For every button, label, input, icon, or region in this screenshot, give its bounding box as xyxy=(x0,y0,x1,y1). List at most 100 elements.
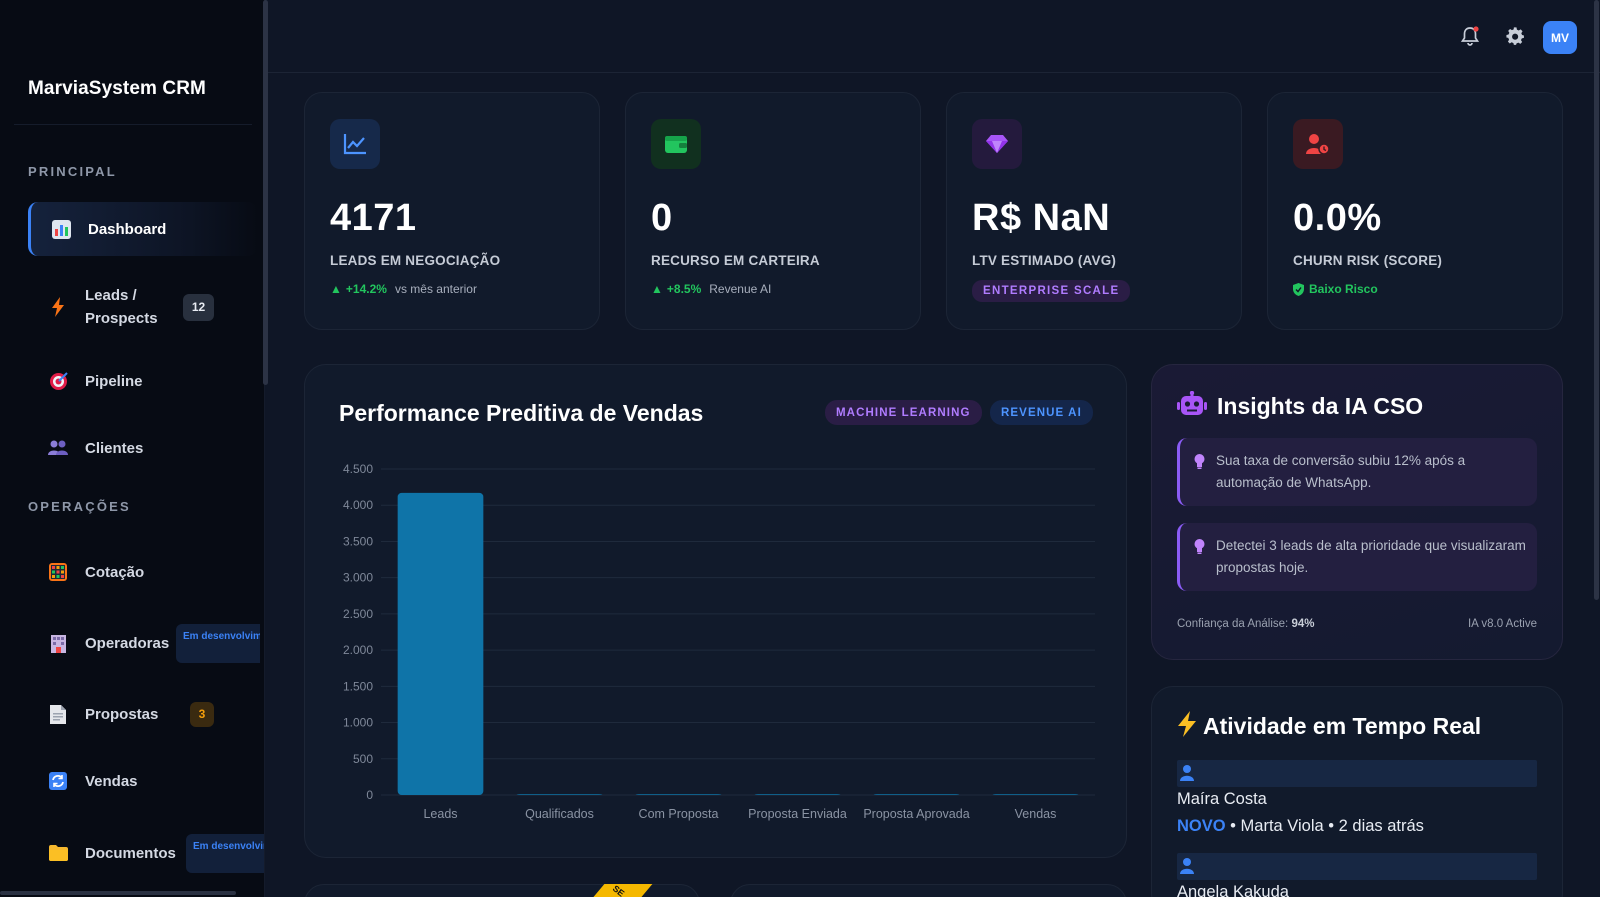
trend-value: +14.2% xyxy=(345,282,387,296)
kpi-pill: ENTERPRISE SCALE xyxy=(972,280,1131,302)
insight-item: Sua taxa de conversão subiu 12% após a a… xyxy=(1177,438,1537,506)
status-badge: NOVO xyxy=(1177,817,1226,835)
trend-note: vs mês anterior xyxy=(394,282,477,296)
kpi-card-churn: 0.0% CHURN RISK (SCORE) Baixo Risco xyxy=(1267,92,1563,330)
insights-footer: Confiança da Análise: 94% IA v8.0 Active xyxy=(1177,618,1537,630)
people-icon xyxy=(48,438,68,458)
kpi-trend: ▲ +8.5% Revenue AI xyxy=(651,282,771,296)
sidebar-item-label: Dashboard xyxy=(88,220,167,238)
kpi-value: 0.0% xyxy=(1293,197,1382,239)
sidebar-item-clientes[interactable]: Clientes xyxy=(28,421,258,475)
arrow-up-icon: ▲ xyxy=(330,282,342,296)
user-alert-icon xyxy=(1293,119,1343,169)
trend-chart-icon xyxy=(330,119,380,169)
kpi-card-recurso: 0 RECURSO EM CARTEIRA ▲ +8.5% Revenue AI xyxy=(625,92,921,330)
sidebar-item-label: Clientes xyxy=(85,439,144,457)
bar-chart: 0 500 1.000 1.500 2.000 2.500 3.000 3.500 4.000 4… xyxy=(343,462,1095,821)
kpi-value: R$ NaN xyxy=(972,197,1111,239)
bar xyxy=(754,794,841,795)
y-tick-label: 2.000 xyxy=(343,643,373,657)
sidebar: MarviaSystem CRM PRINCIPAL Dashboard Lea… xyxy=(0,0,265,897)
realtime-activity-card: Atividade em Tempo Real Maíra Costa NOVO… xyxy=(1151,686,1563,897)
insight-text: Detectei 3 leads de alta prioridade que … xyxy=(1216,538,1526,575)
bar xyxy=(516,794,603,795)
activity-name: Maíra Costa xyxy=(1177,790,1267,808)
activity-avatar-bar xyxy=(1177,760,1537,787)
sidebar-item-label: Cotação xyxy=(85,563,145,581)
kpi-label: RECURSO EM CARTEIRA xyxy=(651,253,820,268)
x-tick-label: Leads xyxy=(423,807,457,821)
insight-item: Detectei 3 leads de alta prioridade que … xyxy=(1177,523,1537,591)
ai-insights-card: Insights da IA CSO Sua taxa de conversão… xyxy=(1151,364,1563,660)
sidebar-item-label: Documentos xyxy=(85,844,176,862)
sidebar-item-pipeline[interactable]: Pipeline xyxy=(28,354,258,408)
sidebar-item-operadoras[interactable]: Operadoras Em desenvolvimen xyxy=(28,616,260,670)
folder-icon xyxy=(48,843,68,863)
sidebar-item-label: Vendas xyxy=(85,772,138,790)
y-tick-label: 1.500 xyxy=(343,679,373,693)
kpi-value: 0 xyxy=(651,197,673,239)
kpi-risk: Baixo Risco xyxy=(1293,282,1378,296)
user-avatar[interactable]: MV xyxy=(1543,21,1577,54)
robot-icon xyxy=(1177,390,1207,422)
kpi-label: LTV ESTIMADO (AVG) xyxy=(972,253,1117,268)
kpi-card-leads: 4171 LEADS EM NEGOCIAÇÃO ▲ +14.2% vs mês … xyxy=(304,92,600,330)
sidebar-item-cotacao[interactable]: Cotação xyxy=(28,545,258,599)
x-tick-label: Qualificados xyxy=(525,807,594,821)
sidebar-item-propostas[interactable]: Propostas 3 xyxy=(28,687,258,741)
y-tick-label: 3.000 xyxy=(343,571,373,585)
user-icon xyxy=(1180,858,1194,879)
in-development-badge: Em desenvolvime xyxy=(186,834,264,873)
gear-icon[interactable] xyxy=(1505,26,1525,46)
calculator-icon xyxy=(48,562,68,582)
section-title-operacoes: OPERAÇÕES xyxy=(28,499,131,514)
sidebar-item-label: Propostas xyxy=(85,705,159,723)
sidebar-item-vendas[interactable]: Vendas xyxy=(28,754,258,808)
insights-title: Insights da IA CSO xyxy=(1217,393,1424,419)
trend-note: Revenue AI xyxy=(709,282,772,296)
enterprise-scale-pill: ENTERPRISE SCALE xyxy=(972,280,1131,302)
y-tick-label: 4.000 xyxy=(343,498,373,512)
sales-performance-chart-card: Performance Preditiva de Vendas MACHINE … xyxy=(304,364,1127,858)
gem-icon xyxy=(972,119,1022,169)
confidence-value: 94% xyxy=(1291,618,1315,630)
section-title-principal: PRINCIPAL xyxy=(28,164,117,179)
activity-name: Angela Kakuda xyxy=(1177,883,1289,897)
risk-label: Baixo Risco xyxy=(1309,282,1378,296)
building-icon xyxy=(48,633,68,653)
activity-title: Atividade em Tempo Real xyxy=(1203,713,1482,739)
sidebar-item-label: Operadoras xyxy=(85,634,170,652)
in-development-badge: Em desenvolvimen xyxy=(176,624,260,663)
lightbulb-icon xyxy=(1194,539,1205,559)
topbar xyxy=(268,0,1600,73)
bar xyxy=(873,794,960,795)
activity-avatar-bar xyxy=(1177,853,1537,880)
kpi-trend: ▲ +14.2% vs mês anterior xyxy=(330,282,477,296)
sidebar-item-dashboard[interactable]: Dashboard xyxy=(28,202,258,256)
ribbon-text: SE xyxy=(610,884,627,897)
leads-count-badge: 12 xyxy=(183,293,214,321)
y-tick-label: 4.500 xyxy=(343,462,373,476)
x-tick-label: Com Proposta xyxy=(639,807,719,821)
sidebar-item-documentos[interactable]: Documentos Em desenvolvime xyxy=(28,826,264,880)
bar-chart-icon xyxy=(51,219,71,239)
y-tick-label: 1.000 xyxy=(343,716,373,730)
bar xyxy=(635,794,722,795)
sidebar-horizontal-scrollbar[interactable] xyxy=(0,891,236,895)
arrow-up-icon: ▲ xyxy=(651,282,663,296)
kpi-card-ltv: R$ NaN LTV ESTIMADO (AVG) ENTERPRISE SCA… xyxy=(946,92,1242,330)
lightning-icon xyxy=(1177,711,1197,742)
y-tick-label: 500 xyxy=(353,752,373,766)
activity-detail: • Marta Viola • 2 dias atrás xyxy=(1225,817,1424,835)
y-tick-label: 0 xyxy=(366,788,373,802)
insight-text: Sua taxa de conversão subiu 12% após a a… xyxy=(1216,453,1466,490)
bell-icon[interactable] xyxy=(1460,26,1480,46)
target-icon xyxy=(48,371,68,391)
refresh-icon xyxy=(48,771,68,791)
page-scrollbar[interactable] xyxy=(1594,0,1599,600)
shield-icon xyxy=(1293,282,1304,296)
sidebar-item-label: Leads / Prospects xyxy=(85,287,158,327)
bar xyxy=(992,794,1079,795)
activity-meta: NOVO • Marta Viola • 2 dias atrás xyxy=(1177,817,1424,836)
sidebar-item-leads[interactable]: Leads / Prospects 12 xyxy=(28,278,258,336)
